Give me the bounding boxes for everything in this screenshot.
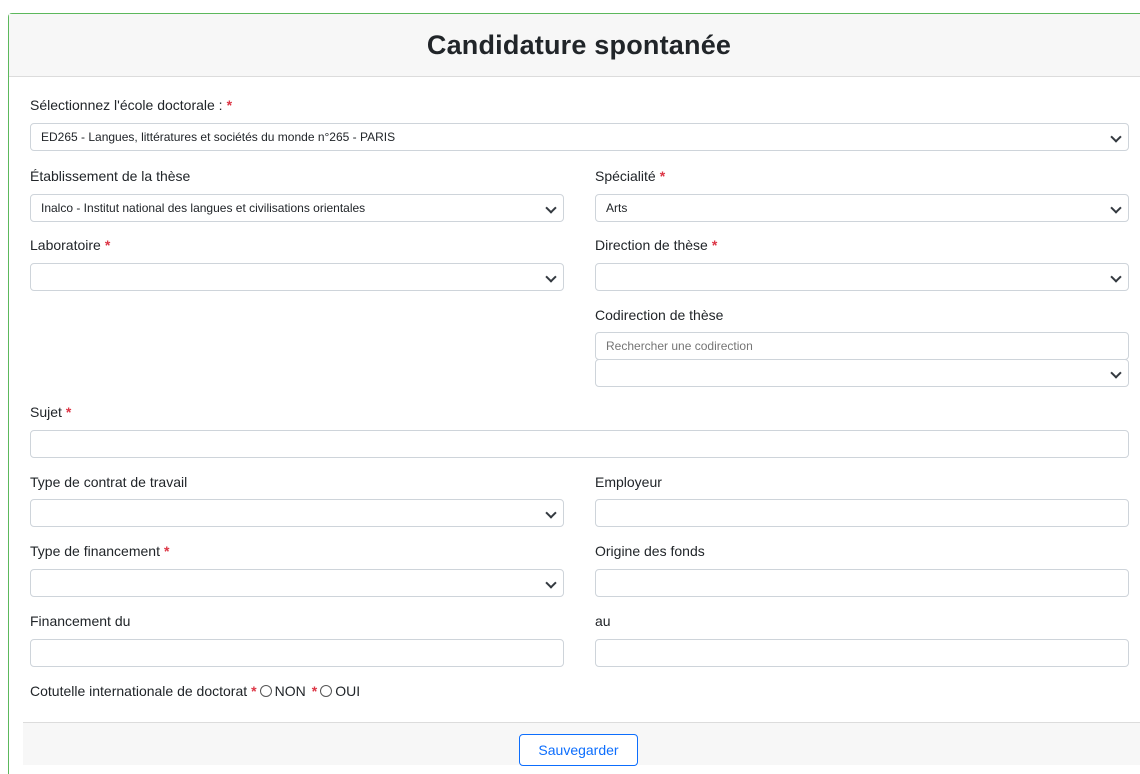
radio-non-label[interactable]: NON [275, 683, 306, 699]
sujet-label: Sujet * [30, 404, 72, 420]
employeur-input[interactable] [595, 499, 1129, 527]
financement-label: Type de financement * [30, 543, 170, 559]
codirection-search-input[interactable] [595, 332, 1129, 360]
financement-du-label: Financement du [30, 613, 131, 629]
chevron-down-icon [545, 507, 557, 519]
financement-du-input[interactable] [30, 639, 564, 667]
required-marker: * [711, 237, 718, 253]
direction-select[interactable] [595, 263, 1129, 291]
required-marker: * [251, 683, 257, 699]
contrat-label: Type de contrat de travail [30, 474, 188, 490]
cotutelle-label: Cotutelle internationale de doctorat [30, 683, 248, 699]
chevron-down-icon [545, 577, 557, 589]
au-input[interactable] [595, 639, 1129, 667]
financement-select[interactable] [30, 569, 564, 597]
chevron-down-icon [1110, 131, 1122, 143]
sujet-input[interactable] [30, 430, 1129, 458]
employeur-label: Employeur [595, 474, 662, 490]
radio-oui-label[interactable]: OUI [335, 683, 360, 699]
etablissement-select[interactable]: Inalco - Institut national des langues e… [30, 194, 564, 222]
chevron-down-icon [1110, 271, 1122, 283]
direction-label: Direction de thèse * [595, 237, 718, 253]
required-marker: * [104, 237, 111, 253]
required-marker: * [163, 543, 170, 559]
save-button[interactable]: Sauvegarder [519, 734, 638, 766]
radio-oui[interactable] [320, 685, 333, 697]
chevron-down-icon [545, 202, 557, 214]
page-title: Candidature spontanée [426, 29, 732, 60]
required-marker: * [659, 168, 666, 184]
specialite-label: Spécialité * [595, 168, 666, 184]
chevron-down-icon [545, 271, 557, 283]
required-marker: * [311, 683, 318, 699]
ecole-label: Sélectionnez l'école doctorale : * [30, 97, 233, 113]
cotutelle-row: Cotutelle internationale de doctorat * NON… [30, 683, 360, 699]
specialite-select[interactable]: Arts [595, 194, 1129, 222]
codirection-select[interactable] [595, 359, 1129, 387]
origine-label: Origine des fonds [595, 543, 705, 559]
laboratoire-label: Laboratoire * [30, 237, 111, 253]
card-header: Candidature spontanée [9, 14, 1140, 77]
origine-input[interactable] [595, 569, 1129, 597]
required-marker: * [226, 97, 233, 113]
codirection-label: Codirection de thèse [595, 307, 724, 323]
ecole-select[interactable]: ED265 - Langues, littératures et société… [30, 123, 1129, 151]
chevron-down-icon [1110, 202, 1122, 214]
au-label: au [595, 613, 611, 629]
contrat-select[interactable] [30, 499, 564, 527]
laboratoire-select[interactable] [30, 263, 564, 291]
radio-non[interactable] [259, 685, 272, 697]
etablissement-label: Établissement de la thèse [30, 168, 191, 184]
required-marker: * [65, 404, 72, 420]
chevron-down-icon [1110, 367, 1122, 379]
